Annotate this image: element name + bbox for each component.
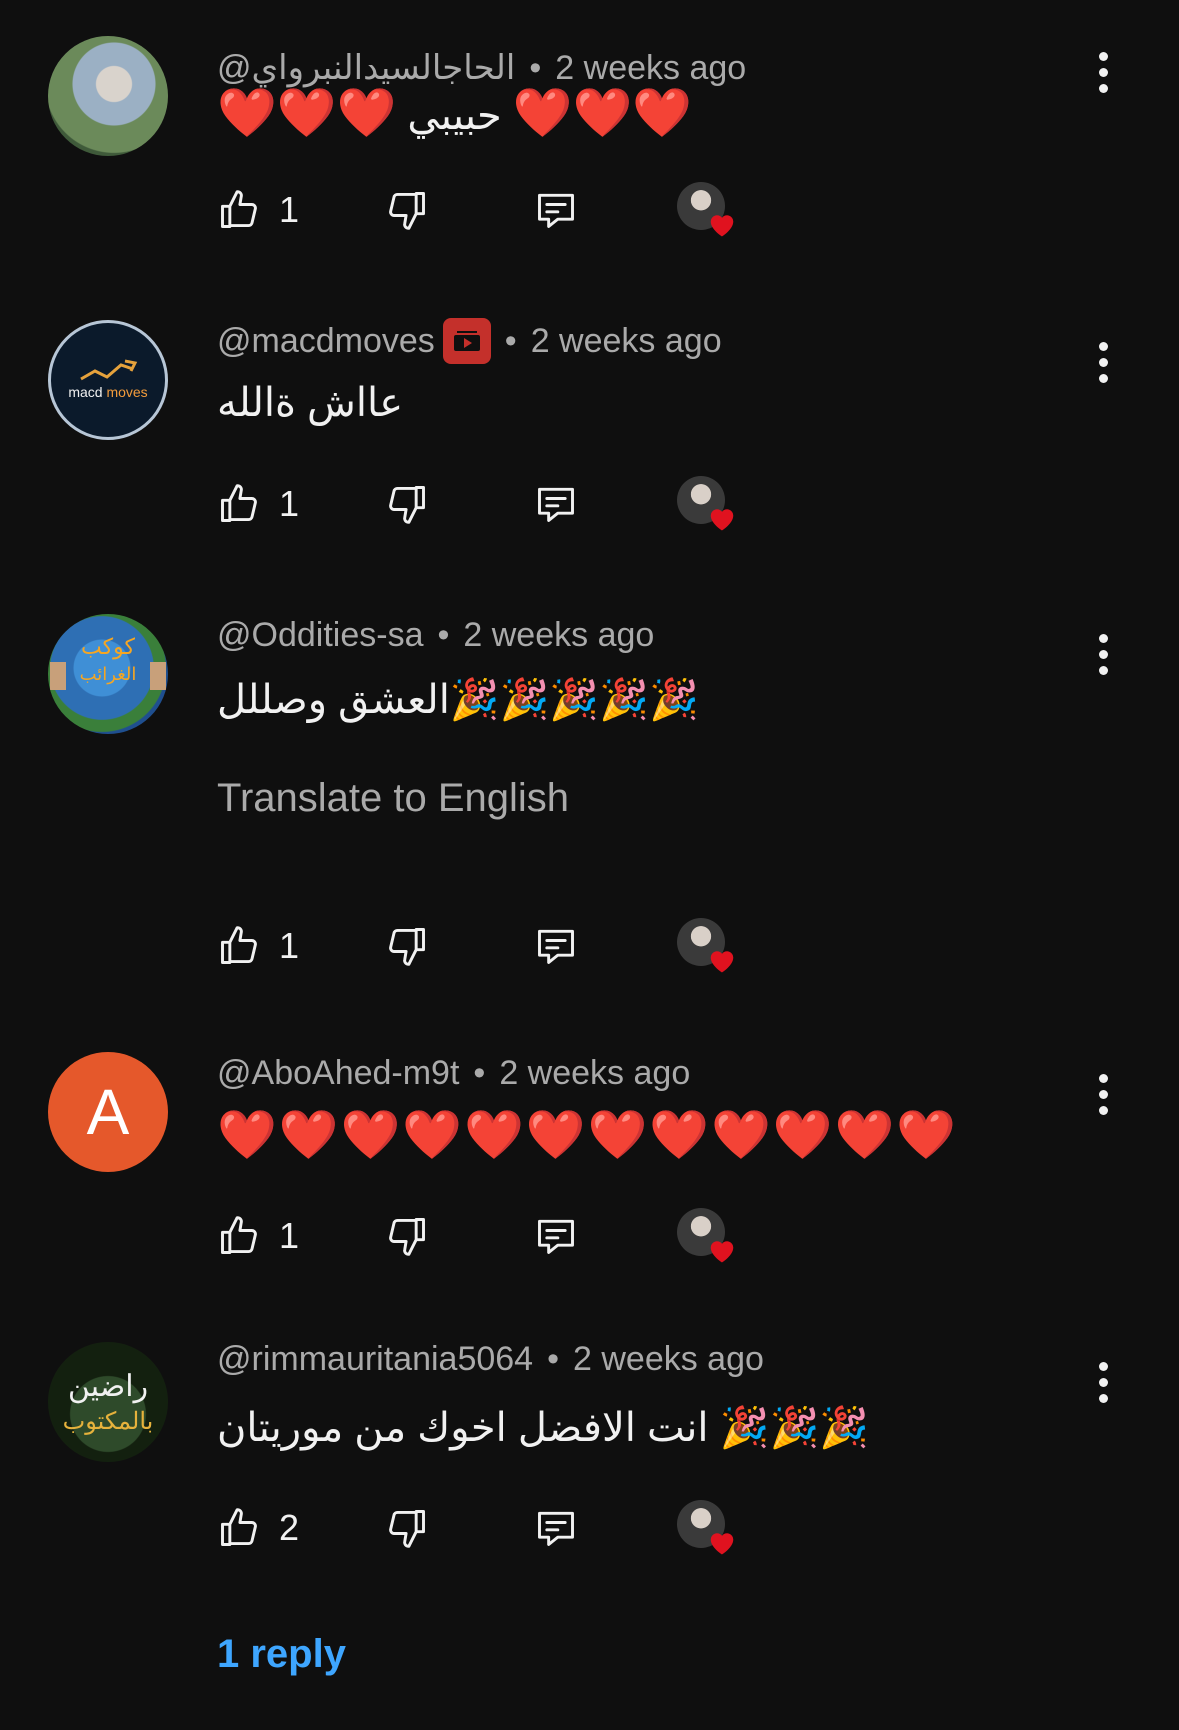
author-handle[interactable]: @rimmauritania5064 (217, 1340, 533, 1379)
like-button[interactable]: 2 (217, 1498, 299, 1558)
like-count: 1 (279, 925, 300, 966)
comment-meta: @rimmauritania5064 • 2 weeks ago (217, 1340, 764, 1379)
dislike-button[interactable] (385, 180, 429, 240)
reply-comment-icon (538, 1511, 574, 1546)
more-vertical-icon[interactable] (1088, 626, 1118, 686)
avatar[interactable]: كوكب الغرائب (48, 614, 168, 734)
author-handle[interactable]: @AboAhed-m9t (217, 1054, 459, 1093)
reply-button[interactable] (533, 916, 579, 976)
reply-button[interactable] (533, 180, 579, 240)
thumbs-down-icon (389, 192, 425, 230)
comment-text: العشق وصللل🎉🎉🎉🎉🎉 (217, 678, 699, 722)
author-handle[interactable]: @الحاجالسيدالنبرواي (217, 48, 515, 88)
thumbs-down-icon (389, 1218, 425, 1256)
more-vertical-icon[interactable] (1088, 334, 1118, 394)
view-replies-link[interactable]: 1 reply (217, 1632, 346, 1677)
thumbs-up-icon (221, 1216, 257, 1254)
thumbs-up-icon (221, 190, 257, 228)
comment-time: 2 weeks ago (530, 321, 722, 360)
youtube-member-icon (442, 318, 491, 364)
thumbs-up-icon (221, 1508, 257, 1546)
like-count: 1 (279, 1215, 300, 1256)
svg-text:كوكب: كوكب (81, 635, 135, 660)
reply-button[interactable] (533, 1206, 579, 1266)
more-vertical-icon[interactable] (1088, 1066, 1118, 1126)
translate-link[interactable]: Translate to English (217, 776, 569, 821)
dislike-button[interactable] (385, 1498, 429, 1558)
comment-meta: @AboAhed-m9t • 2 weeks ago (217, 1054, 691, 1093)
author-handle[interactable]: @Oddities-sa (217, 616, 423, 655)
avatar[interactable]: macd moves (48, 320, 168, 440)
creator-heart-icon (677, 1208, 747, 1268)
svg-text:الغرائب: الغرائب (80, 664, 137, 685)
comment-meta: @macdmoves • 2 weeks ago (217, 318, 722, 364)
avatar[interactable]: A (48, 1052, 168, 1172)
dislike-button[interactable] (385, 474, 429, 534)
svg-text:macd moves: macd moves (68, 384, 147, 400)
like-button[interactable]: 1 (217, 180, 299, 240)
creator-heart-icon (677, 1500, 747, 1560)
like-count: 2 (279, 1507, 300, 1548)
creator-heart-icon (677, 182, 747, 242)
comment-time: 2 weeks ago (463, 616, 655, 654)
thumbs-down-icon (389, 928, 425, 966)
comment-actions: 2 (217, 1498, 777, 1558)
thumbs-up-icon (221, 926, 257, 964)
more-vertical-icon[interactable] (1088, 1354, 1118, 1414)
comment-text: عااش ةالله (217, 381, 404, 425)
reply-comment-icon (538, 1219, 574, 1254)
comment-meta: @الحاجالسيدالنبرواي • 2 weeks ago (217, 48, 747, 88)
reply-button[interactable] (533, 1498, 579, 1558)
comment-actions: 1 (217, 1206, 777, 1266)
avatar-letter: A (86, 1076, 130, 1148)
avatar[interactable] (48, 36, 168, 156)
comment-actions: 1 (217, 916, 777, 976)
comment-time: 2 weeks ago (499, 1054, 691, 1092)
comment-time: 2 weeks ago (555, 48, 747, 87)
author-handle[interactable]: @macdmoves (217, 322, 435, 361)
creator-heart-icon (677, 476, 747, 536)
thumbs-up-icon (221, 484, 257, 522)
comment-text: انت الافضل اخوك من موريتان 🎉🎉🎉 (217, 1406, 870, 1450)
comment-actions: 1 (217, 180, 777, 240)
comment-text: ❤️❤️❤️ حبيبي ❤️❤️❤️ (217, 85, 693, 141)
comment-time: 2 weeks ago (573, 1340, 764, 1378)
comment-meta: @Oddities-sa • 2 weeks ago (217, 616, 655, 655)
reply-comment-icon (538, 929, 574, 964)
comment-text: ❤️❤️❤️❤️❤️❤️❤️❤️❤️❤️❤️❤️ (217, 1107, 959, 1163)
like-button[interactable]: 1 (217, 474, 299, 534)
dislike-button[interactable] (385, 916, 429, 976)
comment-actions: 1 (217, 474, 777, 534)
more-vertical-icon[interactable] (1088, 44, 1118, 104)
creator-heart-icon (677, 918, 747, 978)
avatar[interactable]: راضين بالمكتوب (48, 1342, 168, 1462)
like-button[interactable]: 1 (217, 916, 299, 976)
thumbs-down-icon (389, 486, 425, 524)
reply-button[interactable] (533, 474, 579, 534)
thumbs-down-icon (389, 1510, 425, 1548)
like-count: 1 (279, 483, 300, 524)
reply-comment-icon (538, 487, 574, 522)
like-count: 1 (279, 189, 300, 230)
like-button[interactable]: 1 (217, 1206, 299, 1266)
reply-comment-icon (538, 193, 574, 228)
dislike-button[interactable] (385, 1206, 429, 1266)
